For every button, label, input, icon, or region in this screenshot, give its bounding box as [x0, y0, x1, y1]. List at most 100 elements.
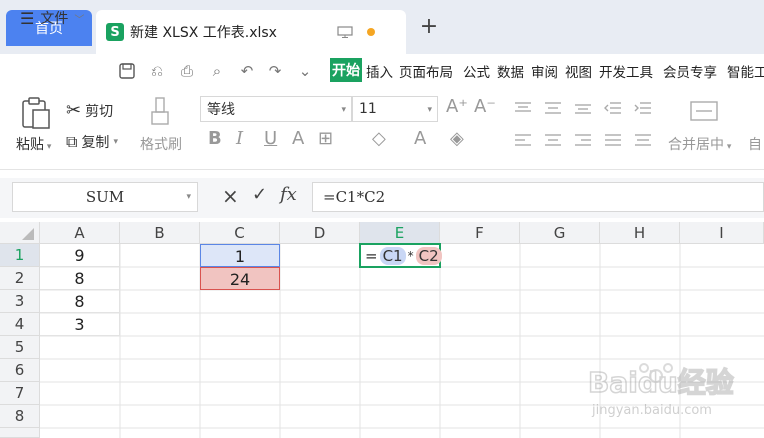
row-header-8[interactable]: 8	[0, 405, 40, 428]
distributed-icon[interactable]	[634, 133, 652, 147]
print-icon[interactable]: ⎙	[178, 62, 196, 80]
col-header-f[interactable]: F	[440, 222, 520, 244]
align-top-icon[interactable]	[514, 101, 532, 115]
font-name-select[interactable]: 等线 ▾	[200, 96, 352, 122]
new-tab-button[interactable]: +	[418, 16, 440, 38]
redo-icon[interactable]: ↷	[266, 62, 284, 80]
row-header-6[interactable]: 6	[0, 359, 40, 382]
font-color-icon[interactable]: A	[414, 128, 426, 149]
save-icon[interactable]	[118, 62, 136, 80]
cell-e1-editing[interactable]: = C1 * C2	[359, 243, 442, 268]
tab-document[interactable]: S 新建 XLSX 工作表.xlsx	[96, 10, 406, 54]
align-center-icon[interactable]	[544, 133, 562, 147]
cut-label: 剪切	[85, 103, 114, 120]
font-name-value: 等线	[207, 102, 235, 118]
cell-c1[interactable]: 1	[200, 244, 280, 267]
underline-icon[interactable]: U	[264, 128, 277, 149]
row-header-2[interactable]: 2	[0, 267, 40, 290]
col-header-b[interactable]: B	[120, 222, 200, 244]
monitor-icon[interactable]	[337, 26, 353, 38]
font-size-value: 11	[359, 101, 377, 117]
col-header-h[interactable]: H	[600, 222, 680, 244]
menu-review[interactable]: 审阅	[531, 61, 558, 81]
italic-icon[interactable]: I	[236, 128, 243, 149]
menu-page-layout[interactable]: 页面布局	[399, 61, 453, 81]
name-box-value: SUM	[85, 188, 125, 206]
format-painter-icon[interactable]	[150, 96, 170, 128]
menu-formula[interactable]: 公式	[463, 61, 490, 81]
document-title: 新建 XLSX 工作表.xlsx	[130, 25, 277, 41]
col-header-g[interactable]: G	[520, 222, 600, 244]
row-header-7[interactable]: 7	[0, 382, 40, 405]
ribbon-more-label[interactable]: 自	[748, 134, 762, 154]
formula-input[interactable]: =C1*C2	[312, 182, 764, 212]
menu-developer[interactable]: 开发工具	[599, 61, 653, 81]
increase-font-icon[interactable]: A⁺	[446, 96, 468, 117]
undo-icon[interactable]: ↶	[238, 62, 256, 80]
clear-format-icon[interactable]: ◈	[450, 128, 464, 149]
menu-member[interactable]: 会员专享	[663, 61, 717, 81]
row-header-4[interactable]: 4	[0, 313, 40, 336]
print-preview-icon[interactable]: ⌕	[208, 62, 226, 80]
decrease-font-icon[interactable]: A⁻	[474, 96, 496, 117]
cell-c2[interactable]: 24	[200, 267, 280, 290]
align-left-icon[interactable]	[514, 133, 532, 147]
paste-button[interactable]: 粘贴 ▾	[16, 134, 51, 154]
cell-a4[interactable]: 3	[40, 313, 120, 336]
select-all-corner[interactable]	[0, 222, 40, 244]
ref-c2-chip: C2	[415, 246, 442, 265]
menu-start[interactable]: 开始	[330, 58, 362, 82]
strikethrough-icon[interactable]: A	[292, 128, 304, 149]
cell-a1[interactable]: 9	[40, 244, 120, 267]
border-icon[interactable]: ⊞	[318, 128, 333, 149]
menu-data[interactable]: 数据	[497, 61, 524, 81]
chevron-down-icon: ▾	[186, 192, 191, 202]
bold-icon[interactable]: B	[208, 128, 222, 149]
cell-a3[interactable]: 8	[40, 290, 120, 313]
indent-decrease-icon[interactable]	[604, 101, 622, 115]
clear-icon[interactable]: ⎌	[148, 62, 166, 80]
name-box[interactable]: SUM ▾	[12, 182, 198, 212]
copy-button[interactable]: ⧉ 复制 ▾	[66, 132, 118, 152]
row-header-9[interactable]	[0, 428, 40, 438]
menu-smart[interactable]: 智能工	[727, 61, 764, 81]
file-menu[interactable]: ☰ 文件 ﹀	[20, 8, 84, 28]
align-middle-icon[interactable]	[544, 101, 562, 115]
paste-icon[interactable]	[20, 96, 52, 130]
menu-insert[interactable]: 插入	[366, 61, 393, 81]
merge-center-icon[interactable]	[690, 100, 718, 122]
confirm-icon[interactable]: ✓	[252, 184, 267, 205]
function-icon[interactable]: fx	[280, 184, 297, 205]
justify-icon[interactable]	[604, 133, 622, 147]
col-header-i[interactable]: I	[680, 222, 764, 244]
fill-color-icon[interactable]: ◇	[372, 128, 386, 149]
watermark-brand: Baidu经验	[588, 366, 734, 399]
cell-a2[interactable]: 8	[40, 267, 120, 290]
merge-center-button[interactable]: 合并居中 ▾	[668, 134, 731, 154]
row-header-1[interactable]: 1	[0, 244, 40, 267]
watermark-url: jingyan.baidu.com	[591, 403, 712, 418]
font-size-select[interactable]: 11 ▾	[352, 96, 438, 122]
align-bottom-icon[interactable]	[574, 101, 592, 115]
formula-value: =C1*C2	[323, 188, 386, 206]
menu-view[interactable]: 视图	[565, 61, 592, 81]
row-header-5[interactable]: 5	[0, 336, 40, 359]
file-menu-label: 文件	[40, 11, 69, 27]
multiply-operator: *	[407, 248, 414, 263]
copy-label: 复制	[81, 135, 110, 151]
more-icon[interactable]: ⌄	[296, 62, 314, 80]
indent-increase-icon[interactable]	[634, 101, 652, 115]
align-right-icon[interactable]	[574, 133, 592, 147]
unsaved-dot-icon	[366, 28, 375, 36]
copy-icon: ⧉	[66, 132, 78, 151]
col-header-d[interactable]: D	[280, 222, 360, 244]
col-header-c[interactable]: C	[200, 222, 280, 244]
paste-label: 粘贴	[16, 137, 44, 153]
col-header-a[interactable]: A	[40, 222, 120, 244]
row-header-3[interactable]: 3	[0, 290, 40, 313]
ref-c1-chip: C1	[379, 246, 406, 265]
hamburger-icon: ☰	[20, 8, 35, 28]
cut-button[interactable]: ✂ 剪切	[66, 100, 113, 121]
cancel-icon[interactable]: ×	[222, 184, 239, 208]
col-header-e[interactable]: E	[360, 222, 440, 244]
